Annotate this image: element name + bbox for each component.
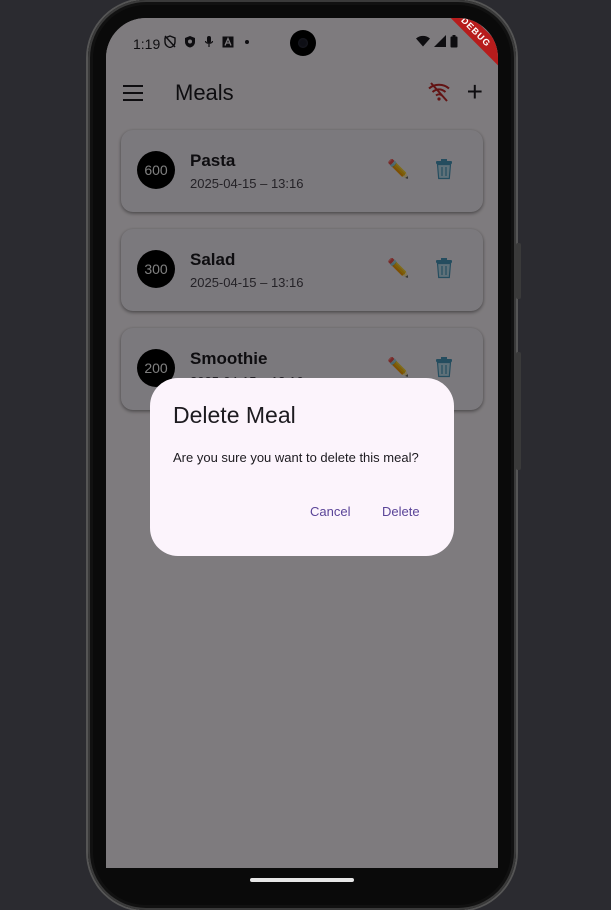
dialog-message: Are you sure you want to delete this mea… [173,450,419,465]
delete-button[interactable]: Delete [382,504,420,519]
dialog-title: Delete Meal [173,402,296,428]
delete-confirm-dialog: Delete Meal Are you sure you want to del… [150,378,454,556]
phone-frame: 1:19 [88,0,521,910]
power-button [516,243,521,299]
screen: 1:19 [106,18,498,868]
volume-button [516,352,521,470]
cancel-button[interactable]: Cancel [310,504,350,519]
home-indicator[interactable] [250,878,354,882]
